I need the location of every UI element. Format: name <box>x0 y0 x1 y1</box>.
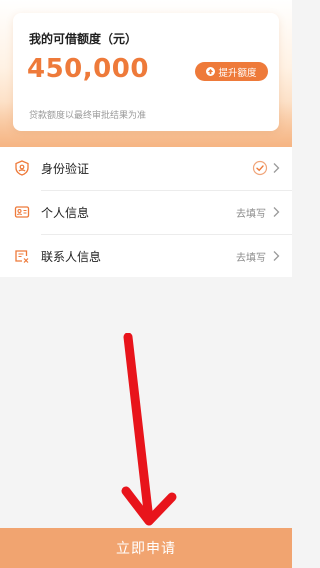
annotation-arrow-icon <box>121 333 177 526</box>
apply-now-button[interactable]: 立即申请 <box>0 528 292 568</box>
id-card-icon <box>14 206 30 218</box>
identity-verification-label: 身份验证 <box>41 162 90 176</box>
check-circle-icon <box>252 160 268 176</box>
contact-info-status: 去填写 <box>236 253 266 264</box>
personal-info-status: 去填写 <box>236 209 266 220</box>
contact-card-icon <box>15 250 29 263</box>
verification-list: 身份验证 个人信息 去填写 联系人信息 去填写 <box>0 147 292 277</box>
raise-limit-button[interactable]: 提升额度 <box>195 62 268 81</box>
chevron-right-icon <box>273 163 280 173</box>
personal-info-label: 个人信息 <box>41 206 90 220</box>
credit-limit-amount: 450,000 <box>27 54 149 84</box>
raise-limit-label: 提升额度 <box>218 67 257 79</box>
credit-limit-title: 我的可借额度（元） <box>29 32 138 46</box>
credit-limit-card: 我的可借额度（元） 450,000 提升额度 贷款额度以最终审批结果为准 <box>13 13 279 131</box>
chevron-right-icon <box>273 207 280 217</box>
chevron-right-icon <box>273 251 280 261</box>
id-badge-icon <box>15 160 29 176</box>
list-item-personal-info[interactable]: 个人信息 去填写 <box>0 191 292 234</box>
credit-limit-note: 贷款额度以最终审批结果为准 <box>29 111 147 121</box>
bottom-action-bar: 立即申请 <box>0 528 292 568</box>
contact-info-label: 联系人信息 <box>41 250 102 264</box>
arrow-up-icon <box>206 67 216 76</box>
list-item-contact-info[interactable]: 联系人信息 去填写 <box>0 235 292 278</box>
list-item-identity-verification[interactable]: 身份验证 <box>0 147 292 190</box>
